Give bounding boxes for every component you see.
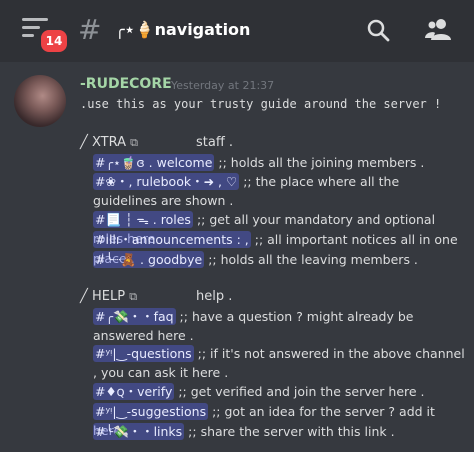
channel-entry: #╰💸・・links ;; share the server with this… — [93, 422, 465, 441]
copy-icon: ⧉ — [129, 290, 138, 303]
copy-icon: ⧉ — [130, 136, 138, 149]
channel-mention-faq[interactable]: #╭💸・・faq — [93, 308, 176, 325]
hash-icon: # — [78, 13, 102, 46]
notification-badge: 14 — [38, 27, 70, 55]
section-heading-xtra: ╱ XTRA ⧉ staff . — [80, 135, 234, 150]
message-timestamp: Yesterday at 21:37 — [171, 79, 275, 92]
search-icon[interactable] — [366, 18, 390, 42]
message-intro: .use this as your trusty guide around th… — [80, 97, 442, 111]
channel-mention-questions[interactable]: #ʸᵎ|‿-questions — [93, 345, 194, 362]
channel-entry: #❀・, rulebook・➜ , ♡ ;; the place where a… — [93, 172, 465, 210]
section-title: XTRA — [91, 135, 126, 150]
section-role-label: staff . — [196, 135, 234, 150]
members-icon[interactable] — [424, 16, 452, 42]
section-heading-help: ╱ HELP ⧉ help . — [80, 289, 233, 304]
channel-entry: #╭⋆🧋ɞ . welcome ;; holds all the joining… — [93, 153, 465, 172]
channel-header: 14 # ╭⋆🍦navigation — [0, 0, 474, 62]
channel-entry: #╰┈🧸 . goodbye ;; holds all the leaving … — [93, 250, 465, 269]
channel-mention-welcome[interactable]: #╭⋆🧋ɞ . welcome — [93, 154, 215, 171]
section-role-label: help . — [196, 289, 233, 304]
channel-description: ;; holds all the leaving members . — [208, 252, 418, 267]
channel-title: ╭⋆🍦navigation — [115, 20, 251, 39]
avatar[interactable] — [14, 75, 66, 127]
channel-description: ;; share the server with this link . — [188, 424, 395, 439]
message-author[interactable]: -RUDECORE — [80, 76, 172, 92]
channel-mention-goodbye[interactable]: #╰┈🧸 . goodbye — [93, 251, 205, 268]
channel-description: ;; get verified and join the server here… — [178, 384, 425, 399]
channel-description: ;; holds all the joining members . — [218, 155, 425, 170]
channel-mention-roles[interactable]: #📃 ┆ ᯓ . roles — [93, 211, 193, 228]
channel-mention-announcements[interactable]: #ıllı・announcements : , — [93, 231, 251, 248]
channel-mention-verify[interactable]: #♦︎ꞯ・verify — [93, 383, 175, 400]
channel-entry: #ʸᵎ|‿-questions ;; if it's not answered … — [93, 344, 465, 382]
channel-mention-rulebook[interactable]: #❀・, rulebook・➜ , ♡ — [93, 173, 240, 190]
channel-entry: #╭💸・・faq ;; have a question ? might alre… — [93, 307, 465, 345]
channel-mention-suggestions[interactable]: #ʸᵎ|‿-suggestions — [93, 403, 209, 420]
channel-mention-links[interactable]: #╰💸・・links — [93, 423, 185, 440]
section-title: HELP — [91, 289, 126, 304]
channel-entry: #♦︎ꞯ・verify ;; get verified and join the… — [93, 382, 465, 401]
